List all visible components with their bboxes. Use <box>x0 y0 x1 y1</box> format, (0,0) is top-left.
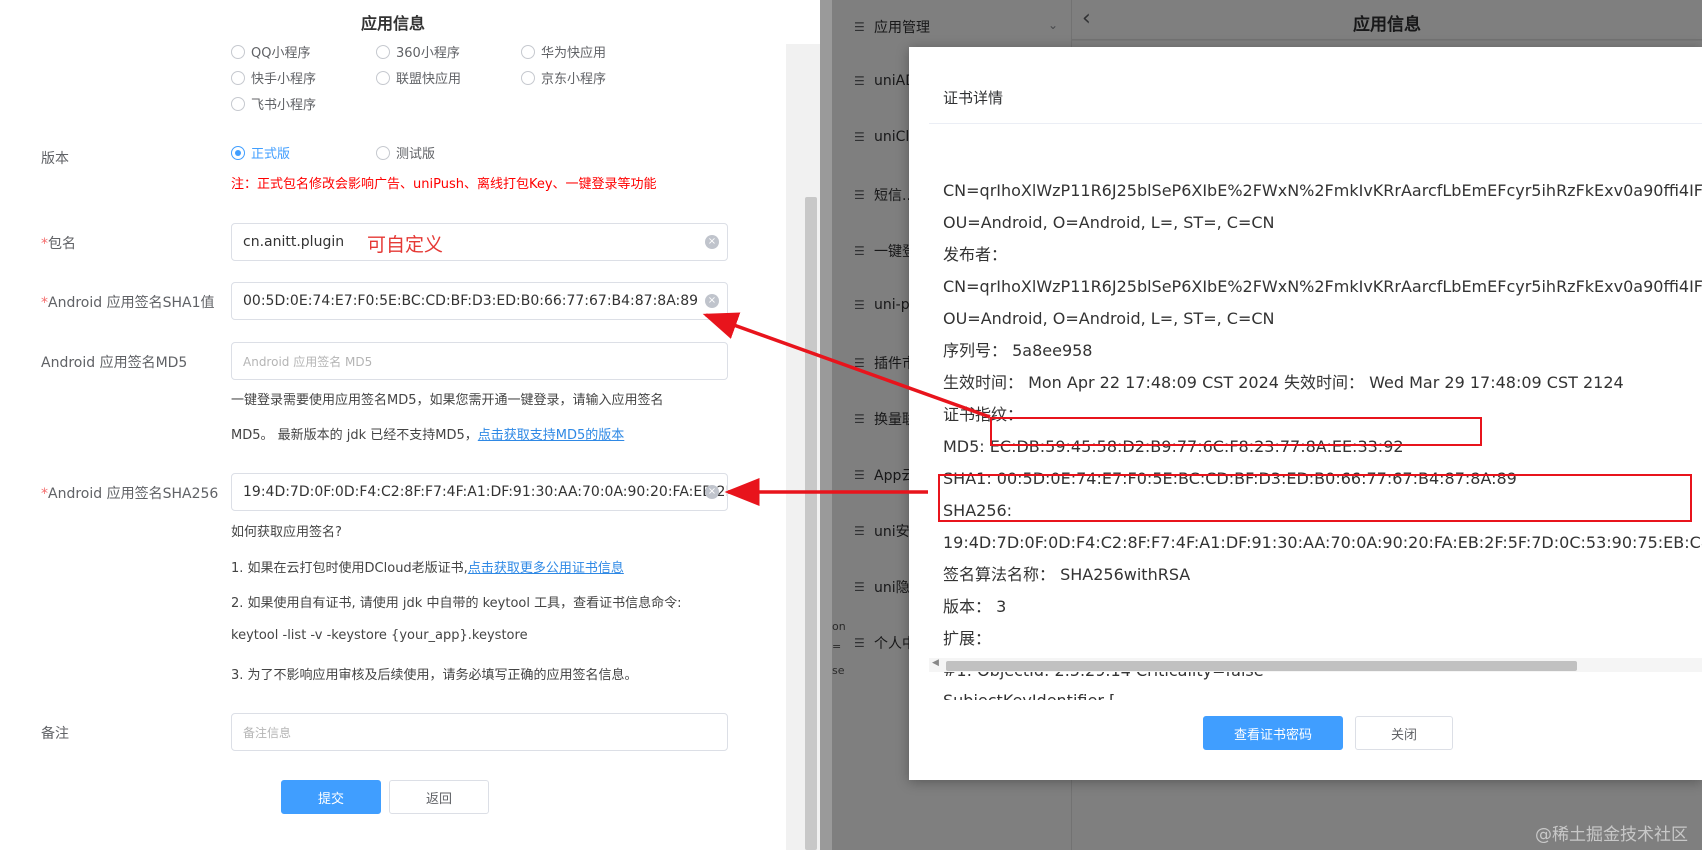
sha256-input[interactable]: 19:4D:7D:0F:0D:F4:C2:8F:F7:4F:A1:DF:91:3… <box>231 473 728 511</box>
remark-input[interactable]: 备注信息 <box>231 713 728 751</box>
signature-howto-step2: 2. 如果使用自有证书, 请使用 jdk 中自带的 keytool 工具，查看证… <box>231 596 682 611</box>
md5-input[interactable]: Android 应用签名 MD5 <box>231 342 728 380</box>
cert-issuer-label: 发布者： <box>943 245 1008 264</box>
scroll-left-icon[interactable]: ◀ <box>932 658 939 668</box>
radio-circle-icon <box>521 70 535 85</box>
close-button[interactable]: 关闭 <box>1355 716 1453 750</box>
platform-radio-feishu[interactable]: 飞书小程序 <box>231 94 316 113</box>
view-cert-password-button[interactable]: 查看证书密码 <box>1203 716 1343 750</box>
back-button[interactable]: 返回 <box>389 780 489 814</box>
radio-circle-icon <box>376 44 390 59</box>
package-name-input[interactable]: cn.anitt.plugin × <box>231 223 728 261</box>
radio-checked-icon <box>231 145 245 160</box>
cert-version: 版本： 3 <box>943 597 1007 616</box>
sha256-label: *Android 应用签名SHA256 <box>41 486 219 502</box>
md5-help-text-2: MD5。 最新版本的 jdk 已经不支持MD5，点击获取支持MD5的版本 <box>231 428 625 443</box>
cert-extensions-label: 扩展： <box>943 629 992 648</box>
signature-howto-title: 如何获取应用签名? <box>231 525 342 540</box>
keytool-command: keytool -list -v -keystore {your_app}.ke… <box>231 628 528 643</box>
app-info-form-panel: 应用信息 QQ小程序 360小程序 华为快应用 快手小程序 联盟快应用 京东小程… <box>0 0 820 850</box>
cert-issuer-ou: OU=Android, O=Android, L=, ST=, C=CN <box>943 309 1275 328</box>
radio-circle-icon <box>231 44 245 59</box>
md5-version-link[interactable]: 点击获取支持MD5的版本 <box>478 428 625 443</box>
cert-validity: 生效时间： Mon Apr 22 17:48:09 CST 2024 失效时间：… <box>943 373 1624 392</box>
certificate-content: CN=qrIhoXlWzP11R6J25blSeP6XIbE%2FWxN%2Fm… <box>943 125 1702 700</box>
watermark: @稀土掘金技术社区 <box>1535 825 1688 845</box>
package-name-label: *包名 <box>41 236 76 252</box>
radio-circle-icon <box>376 70 390 85</box>
horizontal-scrollbar-thumb[interactable] <box>946 661 1577 671</box>
signature-howto-step1: 1. 如果在云打包时使用DCloud老版证书,点击获取更多公用证书信息 <box>231 561 624 576</box>
platform-radio-qq[interactable]: QQ小程序 <box>231 42 310 61</box>
sha1-highlight-box <box>990 417 1482 446</box>
customizable-hint: 可自定义 <box>367 234 444 256</box>
signature-howto-step3: 3. 为了不影响应用审核及后续使用，请务必填写正确的应用签名信息。 <box>231 668 638 683</box>
clear-icon[interactable]: × <box>705 294 719 308</box>
form-title: 应用信息 <box>360 14 425 33</box>
submit-button[interactable]: 提交 <box>281 780 381 814</box>
sha1-label: *Android 应用签名SHA1值 <box>41 295 215 311</box>
form-scrollbar-thumb[interactable] <box>805 197 817 850</box>
platform-radio-kuaishou[interactable]: 快手小程序 <box>231 68 316 87</box>
md5-label: Android 应用签名MD5 <box>41 355 188 371</box>
platform-radio-jd[interactable]: 京东小程序 <box>521 68 606 87</box>
public-cert-link[interactable]: 点击获取更多公用证书信息 <box>468 561 624 576</box>
md5-help-text: 一键登录需要使用应用签名MD5，如果您需开通一键登录，请输入应用签名 <box>231 393 664 408</box>
platform-radio-alliance[interactable]: 联盟快应用 <box>376 68 461 87</box>
cert-serial: 序列号： 5a8ee958 <box>943 341 1093 360</box>
sha256-highlight-box <box>938 474 1692 522</box>
remark-label: 备注 <box>41 726 69 742</box>
cert-issuer-cn: CN=qrIhoXlWzP11R6J25blSeP6XIbE%2FWxN%2Fm… <box>943 277 1702 296</box>
screenshot-root: 应用信息 QQ小程序 360小程序 华为快应用 快手小程序 联盟快应用 京东小程… <box>0 0 1702 850</box>
window-divider <box>820 0 832 850</box>
version-radio-test[interactable]: 测试版 <box>376 143 435 162</box>
cert-subject-key-identifier: SubjectKeyIdentifier [ <box>943 691 1115 700</box>
clear-icon[interactable]: × <box>705 485 719 499</box>
platform-radio-huawei[interactable]: 华为快应用 <box>521 42 606 61</box>
radio-circle-icon <box>231 70 245 85</box>
radio-circle-icon <box>376 145 390 160</box>
platform-radio-360[interactable]: 360小程序 <box>376 42 460 61</box>
version-warning-note: 注：正式包名修改会影响广告、uniPush、离线打包Key、一键登录等功能 <box>231 177 657 192</box>
version-label: 版本 <box>41 151 69 167</box>
dialog-title: 证书详情 <box>943 89 1004 107</box>
dialog-divider <box>929 123 1702 124</box>
cert-signature-algorithm: 签名算法名称： SHA256withRSA <box>943 565 1191 584</box>
sha1-input[interactable]: 00:5D:0E:74:E7:F0:5E:BC:CD:BF:D3:ED:B0:6… <box>231 282 728 320</box>
version-radio-release[interactable]: 正式版 <box>231 143 290 162</box>
cert-sha256: 19:4D:7D:0F:0D:F4:C2:8F:F7:4F:A1:DF:91:3… <box>943 533 1702 552</box>
radio-circle-icon <box>521 44 535 59</box>
clear-icon[interactable]: × <box>705 235 719 249</box>
cert-owner-ou: OU=Android, O=Android, L=, ST=, C=CN <box>943 213 1275 232</box>
cert-owner-cn: CN=qrIhoXlWzP11R6J25blSeP6XIbE%2FWxN%2Fm… <box>943 181 1702 200</box>
certificate-details-dialog: 证书详情 CN=qrIhoXlWzP11R6J25blSeP6XIbE%2FWx… <box>909 47 1702 780</box>
radio-circle-icon <box>231 96 245 111</box>
